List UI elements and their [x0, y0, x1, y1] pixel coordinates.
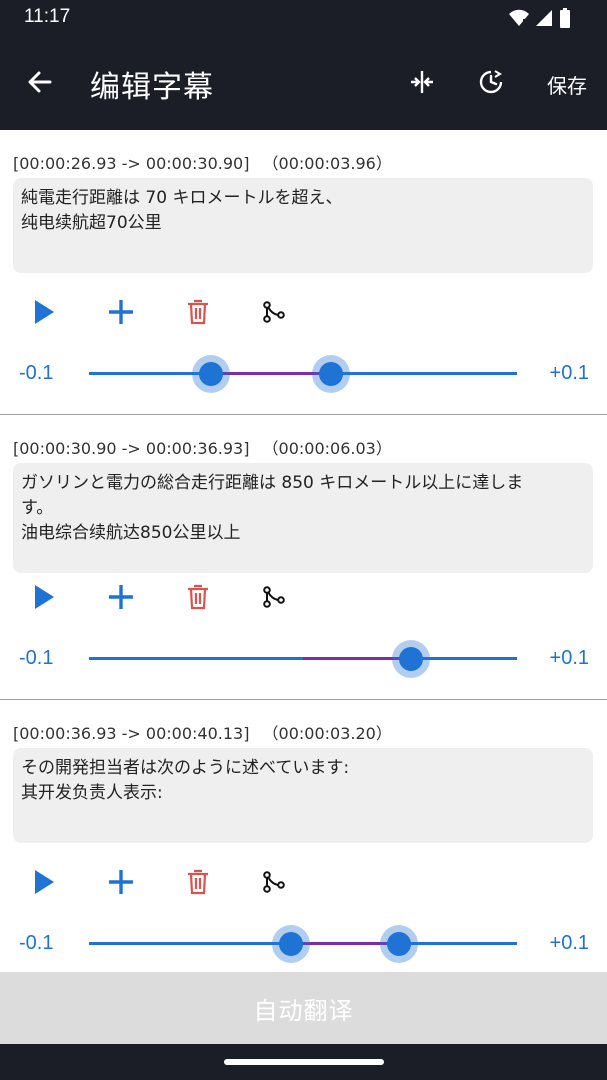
split-button[interactable]	[256, 294, 292, 330]
play-icon	[35, 585, 54, 609]
subtitle-time-range: [00:00:30.90 -> 00:00:36.93]	[13, 439, 250, 458]
save-button[interactable]: 保存	[547, 70, 587, 99]
back-button[interactable]	[22, 64, 58, 100]
subtitle-duration: （00:00:03.20）	[262, 724, 392, 743]
subtitle-time-range: [00:00:26.93 -> 00:00:30.90]	[13, 154, 250, 173]
branch-icon	[263, 871, 285, 893]
subtitle-item: [00:00:36.93 -> 00:00:40.13] （00:00:03.2…	[0, 700, 607, 970]
signal-icon	[536, 10, 552, 26]
play-icon	[35, 300, 54, 324]
slider-max-label: +0.1	[549, 362, 589, 384]
slider-max-label: +0.1	[549, 647, 589, 669]
subtitle-text-field[interactable]: その開発担当者は次のように述べています: 其开发负责人表示:	[13, 748, 593, 843]
subtitle-controls	[0, 575, 607, 619]
subtitle-translation-line: 油电综合续航达850公里以上	[21, 523, 241, 543]
merge-button[interactable]	[406, 66, 438, 98]
add-button[interactable]	[103, 864, 139, 900]
slider-thumb-start[interactable]	[191, 355, 230, 393]
navigation-bar	[0, 1044, 607, 1080]
subtitle-original-line: その開発担当者は次のように述べています:	[21, 758, 350, 778]
branch-icon	[263, 586, 285, 608]
split-button[interactable]	[256, 579, 292, 615]
battery-icon	[560, 8, 570, 28]
plus-icon	[109, 585, 133, 609]
subtitle-header: [00:00:36.93 -> 00:00:40.13] （00:00:03.2…	[13, 720, 392, 744]
play-icon	[35, 870, 54, 894]
subtitle-original-line: 純電走行距離は 70 キロメートルを超え、	[21, 188, 343, 208]
subtitle-header: [00:00:26.93 -> 00:00:30.90] （00:00:03.9…	[13, 150, 392, 174]
auto-translate-button[interactable]: 自动翻译	[0, 972, 607, 1044]
subtitle-controls	[0, 860, 607, 904]
slider-max-label: +0.1	[549, 932, 589, 954]
slider-min-label: -0.1	[19, 647, 54, 669]
subtitle-duration: （00:00:03.96）	[262, 154, 392, 173]
slider-thumb-end[interactable]	[380, 925, 419, 963]
subtitle-list[interactable]: [00:00:26.93 -> 00:00:30.90] （00:00:03.9…	[0, 130, 607, 970]
delete-button[interactable]	[180, 294, 216, 330]
time-adjust-slider[interactable]: -0.1 +0.1	[0, 352, 607, 396]
add-button[interactable]	[103, 579, 139, 615]
subtitle-duration: （00:00:06.03）	[262, 439, 392, 458]
split-button[interactable]	[256, 864, 292, 900]
timer-button[interactable]	[475, 66, 507, 98]
play-button[interactable]	[26, 579, 62, 615]
app-bar: 编辑字幕 保存	[0, 34, 607, 130]
add-button[interactable]	[103, 294, 139, 330]
page-title: 编辑字幕	[90, 70, 214, 105]
trash-icon	[188, 299, 208, 325]
play-button[interactable]	[26, 864, 62, 900]
plus-icon	[109, 870, 133, 894]
plus-icon	[109, 300, 133, 324]
delete-button[interactable]	[180, 579, 216, 615]
delete-button[interactable]	[180, 864, 216, 900]
subtitle-original-line-continued: す。	[21, 498, 54, 518]
status-time: 11:17	[24, 6, 71, 27]
subtitle-translation-line: 纯电续航超70公里	[21, 213, 162, 233]
subtitle-controls	[0, 290, 607, 334]
subtitle-header: [00:00:30.90 -> 00:00:36.93] （00:00:06.0…	[13, 435, 392, 459]
status-icons	[509, 8, 571, 28]
branch-icon	[263, 301, 285, 323]
wifi-icon	[509, 9, 529, 26]
time-adjust-slider[interactable]: -0.1 +0.1	[0, 637, 607, 681]
trash-icon	[188, 869, 208, 895]
subtitle-item: [00:00:30.90 -> 00:00:36.93] （00:00:06.0…	[0, 415, 607, 700]
arrow-left-icon	[28, 71, 52, 93]
home-handle[interactable]	[224, 1059, 384, 1065]
subtitle-time-range: [00:00:36.93 -> 00:00:40.13]	[13, 724, 250, 743]
subtitle-text-field[interactable]: ガソリンと電力の総合走行距離は 850 キロメートル以上に達しま す。 油电综合…	[13, 463, 593, 573]
subtitle-original-line: ガソリンと電力の総合走行距離は 850 キロメートル以上に達しま	[21, 473, 524, 493]
slider-min-label: -0.1	[19, 932, 54, 954]
play-button[interactable]	[26, 294, 62, 330]
time-adjust-slider[interactable]: -0.1 +0.1	[0, 922, 607, 966]
status-bar: 11:17	[0, 0, 607, 34]
subtitle-translation-line: 其开发负责人表示:	[21, 783, 163, 803]
clock-arrow-icon	[479, 70, 503, 94]
slider-thumb-end[interactable]	[312, 355, 351, 393]
slider-thumb[interactable]	[392, 640, 431, 678]
subtitle-text-field[interactable]: 純電走行距離は 70 キロメートルを超え、 纯电续航超70公里	[13, 178, 593, 273]
trash-icon	[188, 584, 208, 610]
slider-min-label: -0.1	[19, 362, 54, 384]
merge-icon	[411, 71, 433, 93]
slider-thumb-start[interactable]	[271, 925, 310, 963]
subtitle-item: [00:00:26.93 -> 00:00:30.90] （00:00:03.9…	[0, 130, 607, 415]
